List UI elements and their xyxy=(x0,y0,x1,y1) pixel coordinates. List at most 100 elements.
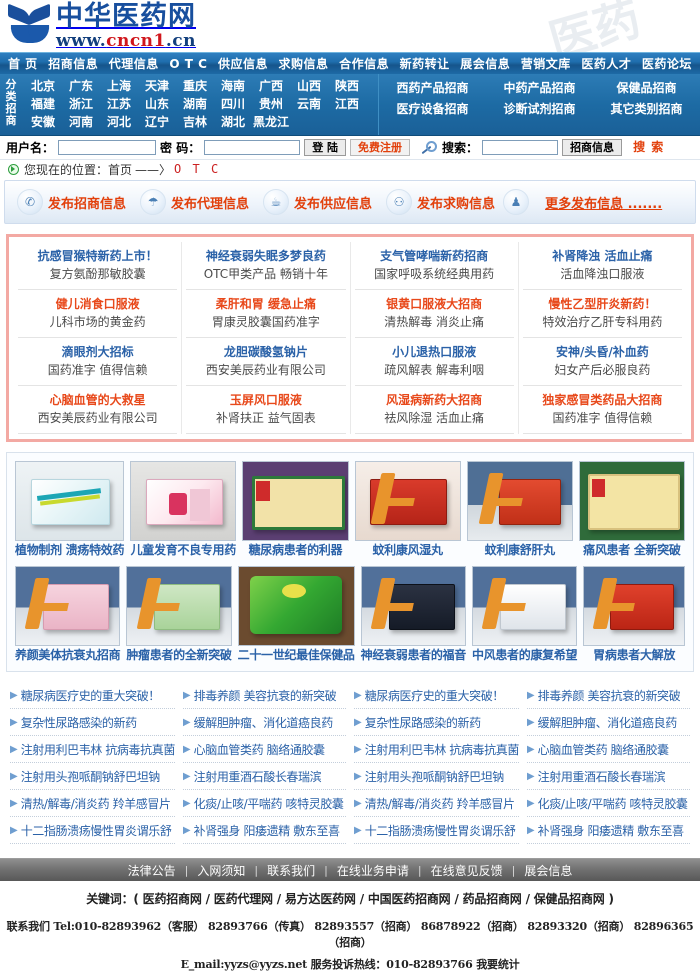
province-guizhou[interactable]: 贵州 xyxy=(252,95,290,113)
category-other[interactable]: 其它类别招商 xyxy=(593,99,700,120)
search-scope-button[interactable]: 招商信息 xyxy=(562,139,623,156)
link-text[interactable]: 注射用利巴韦林 抗病毒抗真菌 xyxy=(21,741,175,758)
gallery-item[interactable]: 中风患者的康复希望 xyxy=(469,563,580,666)
gallery-item[interactable]: 肿瘤患者的全新突破 xyxy=(123,563,234,666)
link-text[interactable]: 注射用头孢哌酮钠舒巴坦钠 xyxy=(365,768,505,785)
breadcrumb-home[interactable]: 首页 xyxy=(108,161,132,178)
product-image[interactable] xyxy=(242,461,349,541)
category-health-products[interactable]: 保健品招商 xyxy=(593,78,700,99)
nav-item-expo[interactable]: 展会信息 xyxy=(458,55,512,72)
link-text[interactable]: 糖尿病医疗史的重大突破！ xyxy=(365,687,505,704)
category-western-medicine[interactable]: 西药产品招商 xyxy=(379,78,486,99)
product-image[interactable] xyxy=(130,461,237,541)
nav-item-investment[interactable]: 招商信息 xyxy=(46,55,100,72)
promo-item[interactable]: 小儿退热口服液 疏风解表 解毒利咽 xyxy=(354,338,514,386)
username-input[interactable] xyxy=(58,140,157,155)
link-text[interactable]: 复杂性尿路感染的新药 xyxy=(365,714,481,731)
nav-item-talent[interactable]: 医药人才 xyxy=(579,55,633,72)
link-text[interactable]: 注射用重酒石酸长春瑞滨 xyxy=(538,768,666,785)
link-text[interactable]: 心脑血管类药 脑络通胶囊 xyxy=(538,741,669,758)
register-button[interactable]: 免费注册 xyxy=(350,139,411,156)
gallery-item[interactable]: 养颜美体抗衰丸招商 xyxy=(12,563,123,666)
nav-item-newdrug[interactable]: 新药转让 xyxy=(398,55,452,72)
province-hunan[interactable]: 湖南 xyxy=(176,95,214,113)
gallery-item[interactable]: 糖尿病患者的利器 xyxy=(239,458,351,561)
province-henan[interactable]: 河南 xyxy=(62,113,100,131)
nav-item-supply[interactable]: 供应信息 xyxy=(216,55,270,72)
province-liaoning[interactable]: 辽宁 xyxy=(138,113,176,131)
search-input[interactable] xyxy=(482,140,559,155)
site-logo[interactable]: 中华医药网 www.cncn1.cn xyxy=(8,0,196,52)
promo-item[interactable]: 慢性乙型肝炎新药！ 特效治疗乙肝专科用药 xyxy=(522,290,682,338)
gallery-item[interactable]: 儿童发育不良专用药 xyxy=(127,458,239,561)
province-tianjin[interactable]: 天津 xyxy=(138,77,176,95)
link-text[interactable]: 排毒养颜 美容抗衰的新突破 xyxy=(194,687,337,704)
footer-contact-us[interactable]: 联系我们 xyxy=(258,862,324,879)
nav-item-forum[interactable]: 医药论坛 xyxy=(640,55,694,72)
link-text[interactable]: 缓解胆肿瘤、消化道癌良药 xyxy=(538,714,678,731)
province-hainan[interactable]: 海南 xyxy=(214,77,252,95)
link-text[interactable]: 缓解胆肿瘤、消化道癌良药 xyxy=(194,714,334,731)
publish-supply-link[interactable]: ☕ 发布供应信息 xyxy=(257,189,378,215)
province-shandong[interactable]: 山东 xyxy=(138,95,176,113)
promo-item[interactable]: 心脑血管的大救星 西安美辰药业有限公司 xyxy=(18,386,178,434)
province-beijing[interactable]: 北京 xyxy=(24,77,62,95)
category-medical-devices[interactable]: 医疗设备招商 xyxy=(379,99,486,120)
nav-item-cooperation[interactable]: 合作信息 xyxy=(337,55,391,72)
login-button[interactable]: 登 陆 xyxy=(304,139,347,156)
province-shanghai[interactable]: 上海 xyxy=(100,77,138,95)
gallery-item[interactable]: 蚊利康风湿丸 xyxy=(352,458,464,561)
province-jilin[interactable]: 吉林 xyxy=(176,113,214,131)
province-hebei[interactable]: 河北 xyxy=(100,113,138,131)
link-text[interactable]: 注射用头孢哌酮钠舒巴坦钠 xyxy=(21,768,161,785)
province-shaanxi[interactable]: 陕西 xyxy=(328,77,366,95)
publish-more-link[interactable]: 更多发布信息 ....... xyxy=(545,193,662,212)
link-text[interactable]: 补肾强身 阳痿遗精 敷东至喜 xyxy=(194,822,340,839)
province-yunnan[interactable]: 云南 xyxy=(290,95,328,113)
link-text[interactable]: 补肾强身 阳痿遗精 敷东至喜 xyxy=(538,822,684,839)
category-chinese-medicine[interactable]: 中药产品招商 xyxy=(486,78,593,99)
province-jiangsu[interactable]: 江苏 xyxy=(100,95,138,113)
promo-item[interactable]: 滴眼剂大招标 国药准字 值得信赖 xyxy=(18,338,178,386)
footer-legal-notice[interactable]: 法律公告 xyxy=(119,862,185,879)
search-button[interactable]: 搜 索 xyxy=(626,139,671,156)
product-image[interactable] xyxy=(578,461,685,541)
product-image[interactable] xyxy=(237,566,355,646)
category-list[interactable]: 西药产品招商 中药产品招商 保健品招商 医疗设备招商 诊断试剂招商 其它类别招商 xyxy=(378,74,700,135)
publish-purchase-link[interactable]: ⚇ 发布求购信息 xyxy=(380,189,501,215)
gallery-item[interactable]: 蚊利康舒肝丸 xyxy=(464,458,576,561)
footer-join-notice[interactable]: 入网须知 xyxy=(188,862,254,879)
product-image[interactable] xyxy=(360,566,466,646)
province-shanxi[interactable]: 山西 xyxy=(290,77,328,95)
product-image[interactable] xyxy=(354,461,461,541)
promo-item[interactable]: 支气管哮喘新药招商 国家呼吸系统经典用药 xyxy=(354,242,514,290)
promo-item[interactable]: 独家感冒类药品大招商 国药准字 值得信赖 xyxy=(522,386,682,434)
promo-item[interactable]: 安神/头昏/补血药 妇女产后必服良药 xyxy=(522,338,682,386)
product-image[interactable] xyxy=(583,566,685,646)
nav-item-agent[interactable]: 代理信息 xyxy=(107,55,161,72)
province-guangxi[interactable]: 广西 xyxy=(252,77,290,95)
link-text[interactable]: 糖尿病医疗史的重大突破！ xyxy=(21,687,161,704)
footer-feedback[interactable]: 在线意见反馈 xyxy=(422,862,512,879)
province-guangdong[interactable]: 广东 xyxy=(62,77,100,95)
province-hubei[interactable]: 湖北 xyxy=(214,113,252,131)
link-text[interactable]: 化痰/止咳/平喘药 咳特灵胶囊 xyxy=(194,795,344,812)
promo-item[interactable]: 柔肝和胃 缓急止痛 胃康灵胶囊国药准字 xyxy=(186,290,346,338)
link-text[interactable]: 复杂性尿路感染的新药 xyxy=(21,714,137,731)
main-navigation[interactable]: 首 页 招商信息 代理信息 O T C 供应信息 求购信息 合作信息 新药转让 … xyxy=(0,52,700,74)
province-anhui[interactable]: 安徽 xyxy=(24,113,62,131)
link-text[interactable]: 清热/解毒/消炎药 羚羊感冒片 xyxy=(21,795,171,812)
nav-item-home[interactable]: 首 页 xyxy=(6,55,40,72)
link-text[interactable]: 注射用利巴韦林 抗病毒抗真菌 xyxy=(365,741,519,758)
nav-item-purchase[interactable]: 求购信息 xyxy=(277,55,331,72)
link-text[interactable]: 注射用重酒石酸长春瑞滨 xyxy=(194,768,322,785)
province-jiangxi[interactable]: 江西 xyxy=(328,95,366,113)
promo-item[interactable]: 补肾降浊 活血止痛 活血降浊口服液 xyxy=(522,242,682,290)
link-text[interactable]: 十二指肠溃疡慢性胃炎谓乐舒 xyxy=(365,822,516,839)
promo-item[interactable]: 抗感冒猴特新药上市！ 复方氨酚那敏胶囊 xyxy=(18,242,178,290)
promo-item[interactable]: 神经衰弱失眠多梦良药 OTC甲类产品 畅销十年 xyxy=(186,242,346,290)
promo-item[interactable]: 玉屏风口服液 补肾扶正 益气固表 xyxy=(186,386,346,434)
footer-online-apply[interactable]: 在线业务申请 xyxy=(328,862,418,879)
gallery-item[interactable]: 神经衰弱患者的福音 xyxy=(358,563,469,666)
link-text[interactable]: 十二指肠溃疡慢性胃炎谓乐舒 xyxy=(21,822,172,839)
